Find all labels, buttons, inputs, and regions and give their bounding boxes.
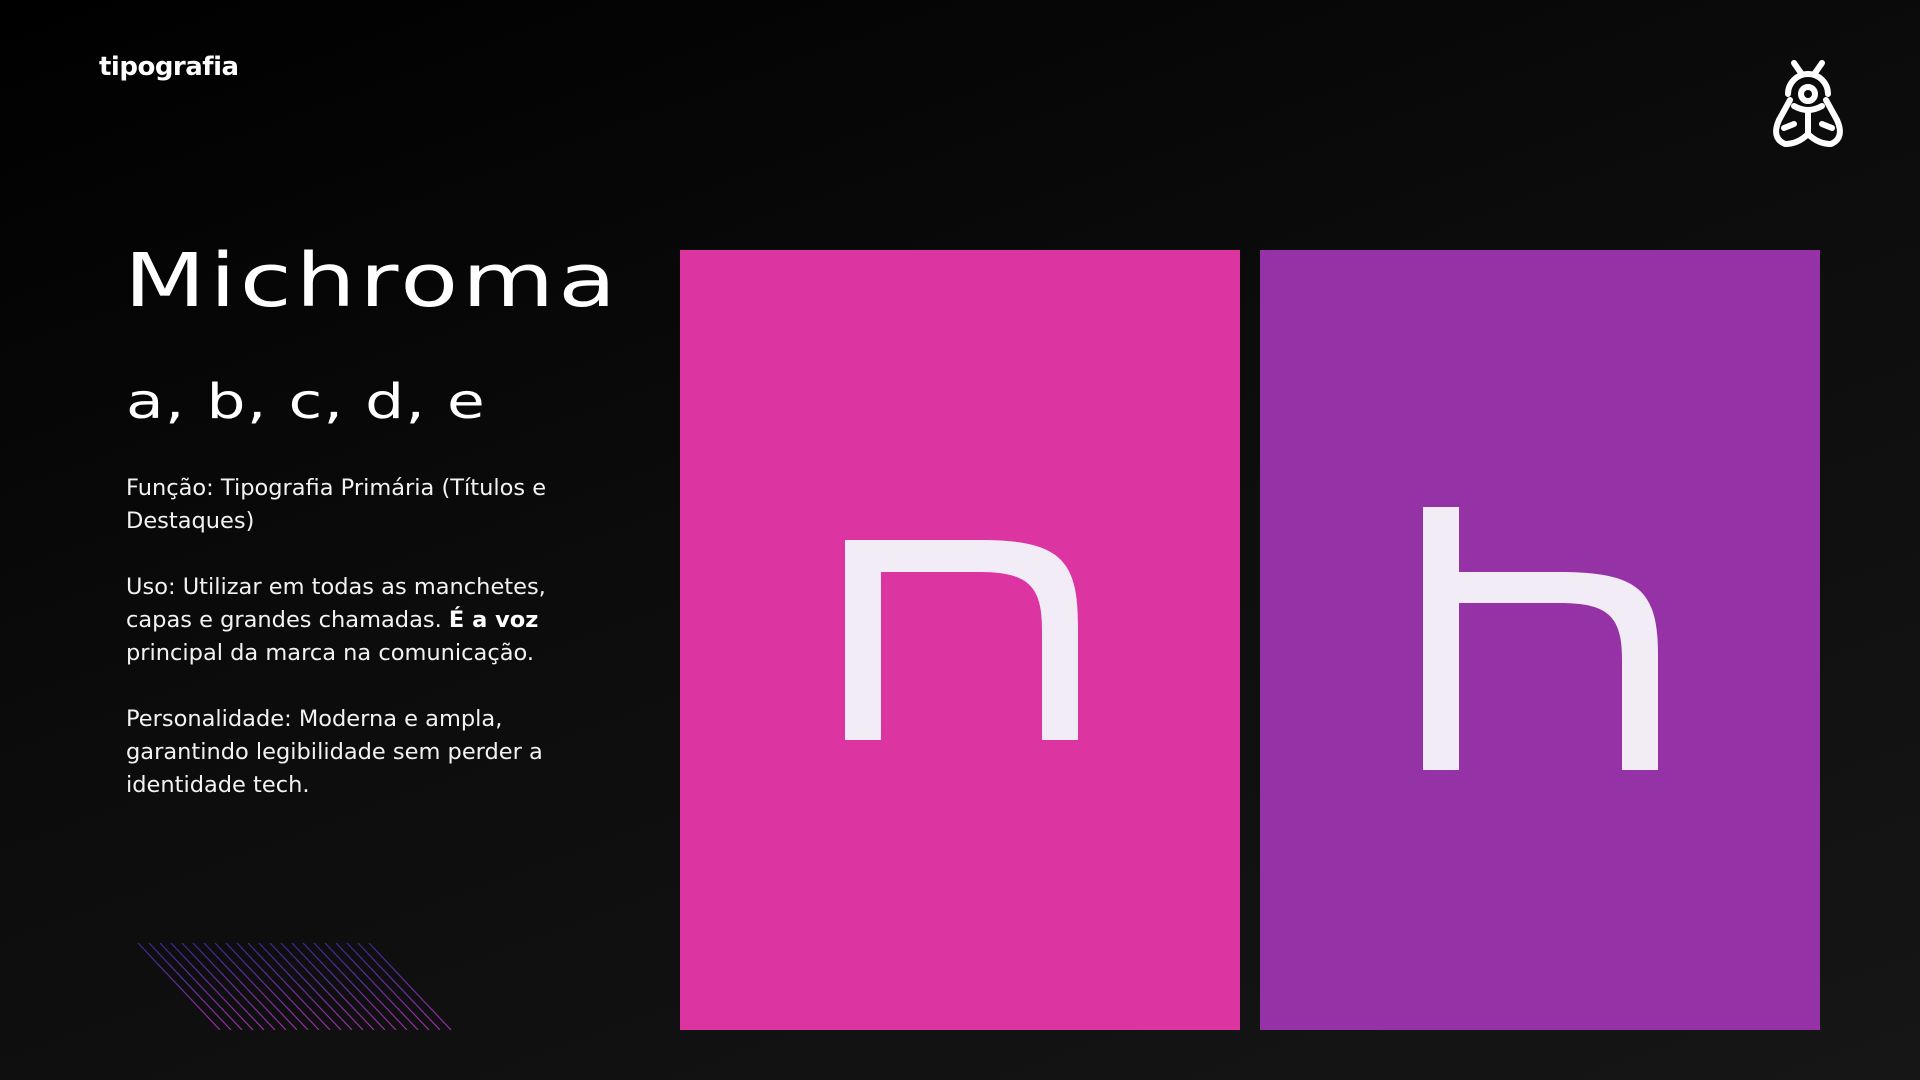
function-description: Função: Tipografia Primária (Títulos e D… [126, 475, 547, 534]
glyph-n [845, 540, 1078, 740]
stripe-line [203, 943, 287, 1030]
stripe-line [170, 943, 254, 1030]
stripe-line [214, 943, 298, 1030]
stripe-line [280, 943, 364, 1030]
bee-icon [1773, 60, 1843, 147]
stripe-line [225, 943, 309, 1030]
sample-characters: a, b, c, d, e [126, 374, 487, 430]
stripe-line [236, 943, 320, 1030]
stripe-line [247, 943, 331, 1030]
swatch-pink [680, 250, 1240, 1030]
stripe-line [313, 943, 397, 1030]
stripe-line [137, 943, 221, 1030]
stripe-line [346, 943, 430, 1030]
typeface-name: Michroma [124, 238, 620, 324]
usage-emphasis: É a voz [448, 607, 539, 633]
usage-description: Uso: Utilizar em todas as manchetes, cap… [126, 571, 616, 670]
stripe-line [368, 943, 452, 1030]
personality-description: Personalidade: Moderna e ampla, garantin… [126, 706, 543, 798]
diagonal-stripes-decoration [137, 943, 452, 1030]
stripe-line [148, 943, 232, 1030]
stripe-line [335, 943, 419, 1030]
stripe-line [159, 943, 243, 1030]
swatch-purple [1260, 250, 1820, 1030]
glyph-h [1423, 507, 1658, 770]
stripe-line [324, 943, 408, 1030]
stripe-line [357, 943, 441, 1030]
stripe-line [291, 943, 375, 1030]
stripe-line [192, 943, 276, 1030]
usage-tail: principal da marca na comunicação. [126, 640, 534, 666]
stripe-line [269, 943, 353, 1030]
stripe-line [181, 943, 265, 1030]
stripe-line [302, 943, 386, 1030]
stripe-line [258, 943, 342, 1030]
section-label: tipografia [99, 52, 239, 82]
